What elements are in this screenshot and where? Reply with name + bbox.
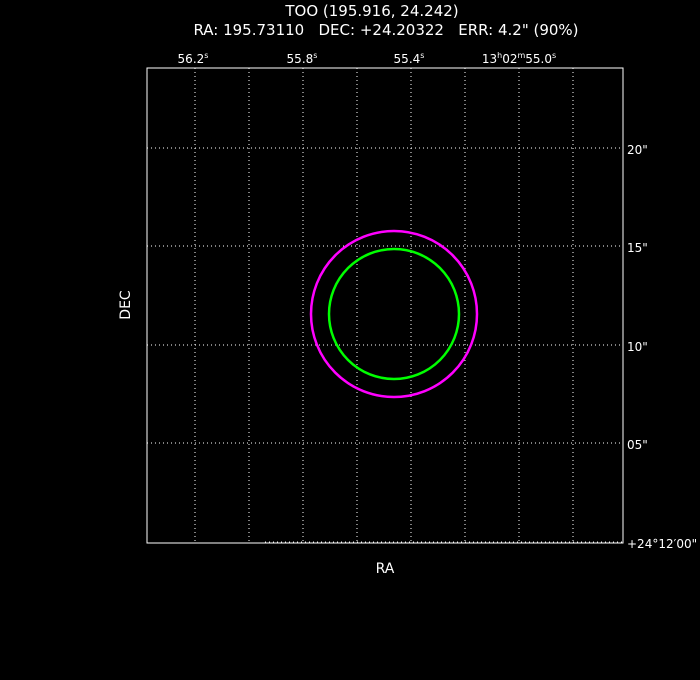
y-axis-label: DEC (118, 290, 134, 320)
dec-tick-label: 10" (627, 340, 648, 354)
outer-error-circle (309, 229, 479, 399)
ra-tick-label: 13h02m55.0s (482, 51, 556, 66)
dec-tick-label: 15" (627, 241, 648, 255)
ra-tick-label: 55.8s (287, 51, 318, 66)
dec-tick-label: 20" (627, 143, 648, 157)
ra-tick-label: 55.4s (394, 51, 425, 66)
chart-title: TOO (195.916, 24.242) (284, 2, 458, 20)
dec-tick-label: +24°12′00" (627, 537, 697, 551)
ra-grid (194, 68, 574, 543)
plot-frame (146, 67, 624, 544)
coordinates-line: RA: 195.73110 DEC: +24.20322 ERR: 4.2" (… (193, 21, 578, 39)
dec-tick-label: 05" (627, 438, 648, 452)
ra-tick-label: 56.2s (178, 51, 209, 66)
inner-error-circle (327, 247, 461, 381)
sky-chart: TOO (195.916, 24.242) RA: 195.73110 DEC:… (118, 2, 697, 577)
x-axis-label: RA (376, 561, 395, 577)
dec-grid (147, 147, 623, 543)
